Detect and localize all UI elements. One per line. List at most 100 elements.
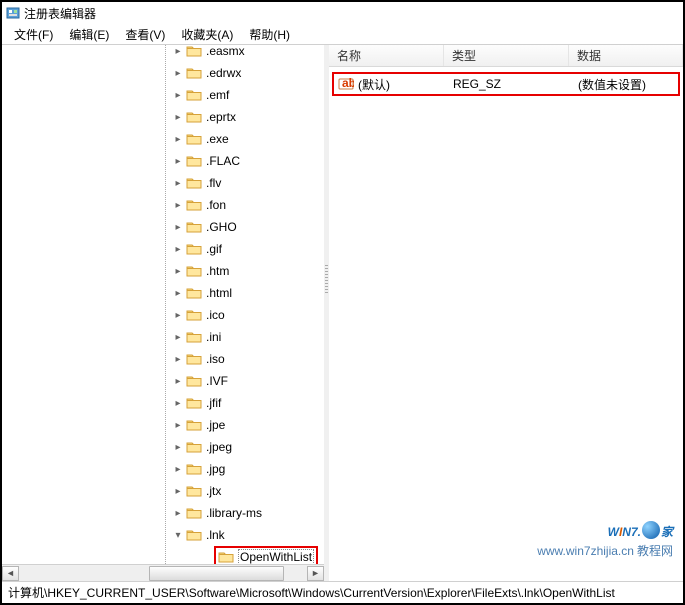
tree-expander-icon[interactable]: ▸ xyxy=(172,397,184,409)
tree-expander-icon[interactable]: ▸ xyxy=(172,221,184,233)
tree-expander-icon[interactable]: ▸ xyxy=(172,353,184,365)
tree-item[interactable]: ▸ .jpe xyxy=(2,414,324,436)
tree-expander-icon[interactable]: ▸ xyxy=(172,309,184,321)
tree-item-label: .iso xyxy=(206,352,225,366)
status-path: 计算机\HKEY_CURRENT_USER\Software\Microsoft… xyxy=(8,584,615,601)
list-body[interactable]: ab (默认) REG_SZ (数值未设置) WIN7.家 www.win7zh… xyxy=(329,67,683,581)
tree-expander-icon[interactable]: ▸ xyxy=(172,331,184,343)
tree-item[interactable]: ▸ .ico xyxy=(2,304,324,326)
tree-item[interactable]: ▸ .FLAC xyxy=(2,150,324,172)
tree-expander-icon[interactable]: ▾ xyxy=(172,529,184,541)
menu-file[interactable]: 文件(F) xyxy=(6,24,61,45)
tree-item[interactable]: ▸ .gif xyxy=(2,238,324,260)
tree-item[interactable]: ▸ .eprtx xyxy=(2,106,324,128)
statusbar: 计算机\HKEY_CURRENT_USER\Software\Microsoft… xyxy=(2,581,683,603)
tree-item-label: .flv xyxy=(206,176,221,190)
tree-expander-icon[interactable]: ▸ xyxy=(172,287,184,299)
folder-icon xyxy=(186,352,202,366)
folder-icon xyxy=(186,154,202,168)
tree-item-label: .jtx xyxy=(206,484,221,498)
tree-expander-icon[interactable]: ▸ xyxy=(172,111,184,123)
tree-expander-icon[interactable]: ▸ xyxy=(172,375,184,387)
tree-expander-icon[interactable]: ▸ xyxy=(172,67,184,79)
folder-icon xyxy=(186,198,202,212)
tree-item[interactable]: ▸.ini xyxy=(2,326,324,348)
tree-expander-none xyxy=(200,551,212,563)
tree-hscrollbar[interactable]: ◄ ► xyxy=(2,564,324,581)
tree-scroll[interactable]: ▸.easmx▸.edrwx▸.emf▸.eprtx▸.exe▸.FLAC▸.f… xyxy=(2,45,324,564)
watermark: WIN7.家 www.win7zhijia.cn 教程网 xyxy=(537,516,673,559)
registry-editor-window: 注册表编辑器 文件(F) 编辑(E) 查看(V) 收藏夹(A) 帮助(H) ▸.… xyxy=(0,0,685,605)
list-header: 名称 类型 数据 xyxy=(329,45,683,67)
menu-view[interactable]: 查看(V) xyxy=(117,24,173,45)
tree-item[interactable]: ▸ .edrwx xyxy=(2,62,324,84)
tree-expander-icon[interactable]: ▸ xyxy=(172,507,184,519)
tree-item-label: .library-ms xyxy=(206,506,262,520)
folder-icon xyxy=(186,506,202,520)
tree-expander-icon[interactable]: ▸ xyxy=(172,441,184,453)
tree-expander-icon[interactable]: ▸ xyxy=(172,155,184,167)
scroll-right-button[interactable]: ► xyxy=(307,566,324,581)
tree-item[interactable]: ▸ .emf xyxy=(2,84,324,106)
tree-expander-icon[interactable]: ▸ xyxy=(172,485,184,497)
tree-expander-icon[interactable]: ▸ xyxy=(172,177,184,189)
column-header-name[interactable]: 名称 xyxy=(329,45,444,66)
menubar: 文件(F) 编辑(E) 查看(V) 收藏夹(A) 帮助(H) xyxy=(2,24,683,45)
tree-item[interactable]: ▸ .fon xyxy=(2,194,324,216)
tree-item[interactable]: ▸.easmx xyxy=(2,45,324,62)
scroll-track[interactable] xyxy=(19,566,307,581)
tree-item[interactable]: ▸.htm xyxy=(2,260,324,282)
tree-item-label: .eprtx xyxy=(206,110,236,124)
tree-item-label: .edrwx xyxy=(206,66,241,80)
tree-expander-icon[interactable]: ▸ xyxy=(172,89,184,101)
folder-icon xyxy=(186,462,202,476)
folder-icon xyxy=(186,110,202,124)
tree-item[interactable]: ▸.exe xyxy=(2,128,324,150)
tree-expander-icon[interactable]: ▸ xyxy=(172,199,184,211)
tree-expander-icon[interactable]: ▸ xyxy=(172,463,184,475)
folder-icon xyxy=(186,528,202,542)
folder-icon xyxy=(186,45,202,58)
tree-expander-icon[interactable]: ▸ xyxy=(172,265,184,277)
menu-help[interactable]: 帮助(H) xyxy=(241,24,298,45)
tree-item-label: .gif xyxy=(206,242,222,256)
tree-item[interactable]: ▸.jfif xyxy=(2,392,324,414)
folder-icon xyxy=(186,484,202,498)
tree-item[interactable]: ▾.lnk xyxy=(2,524,324,546)
tree-item[interactable]: OpenWithList xyxy=(2,546,324,564)
tree-item[interactable]: ▸.html xyxy=(2,282,324,304)
tree-item[interactable]: ▸ .flv xyxy=(2,172,324,194)
tree-expander-icon[interactable]: ▸ xyxy=(172,133,184,145)
tree-item[interactable]: ▸ .jtx xyxy=(2,480,324,502)
folder-icon xyxy=(186,286,202,300)
scroll-thumb[interactable] xyxy=(149,566,284,581)
menu-favorites[interactable]: 收藏夹(A) xyxy=(173,24,241,45)
folder-icon xyxy=(186,308,202,322)
menu-edit[interactable]: 编辑(E) xyxy=(61,24,117,45)
tree-item-label: .jpg xyxy=(206,462,225,476)
tree-item-label: .jpe xyxy=(206,418,225,432)
value-name: (默认) xyxy=(358,76,453,93)
column-header-data[interactable]: 数据 xyxy=(569,45,683,66)
scroll-left-button[interactable]: ◄ xyxy=(2,566,19,581)
tree-item[interactable]: ▸ .jpg xyxy=(2,458,324,480)
tree-item-label: .GHO xyxy=(206,220,237,234)
tree-item[interactable]: ▸.IVF xyxy=(2,370,324,392)
tree-expander-icon[interactable]: ▸ xyxy=(172,419,184,431)
svg-text:ab: ab xyxy=(342,76,354,90)
splitter-grip[interactable] xyxy=(325,265,328,295)
tree-item[interactable]: ▸ .library-ms xyxy=(2,502,324,524)
list-row[interactable]: ab (默认) REG_SZ (数值未设置) xyxy=(332,72,680,96)
tree-item-label: .FLAC xyxy=(206,154,240,168)
tree-item[interactable]: ▸ .iso xyxy=(2,348,324,370)
folder-icon xyxy=(186,176,202,190)
tree-item[interactable]: ▸.jpeg xyxy=(2,436,324,458)
regedit-icon xyxy=(6,6,20,20)
tree-expander-icon[interactable]: ▸ xyxy=(172,243,184,255)
tree-item[interactable]: ▸ .GHO xyxy=(2,216,324,238)
tree-expander-icon[interactable]: ▸ xyxy=(172,45,184,57)
tree-item-label: .fon xyxy=(206,198,226,212)
column-header-type[interactable]: 类型 xyxy=(444,45,569,66)
tree-item-label: .emf xyxy=(206,88,229,102)
tree-item-label: .ico xyxy=(206,308,225,322)
